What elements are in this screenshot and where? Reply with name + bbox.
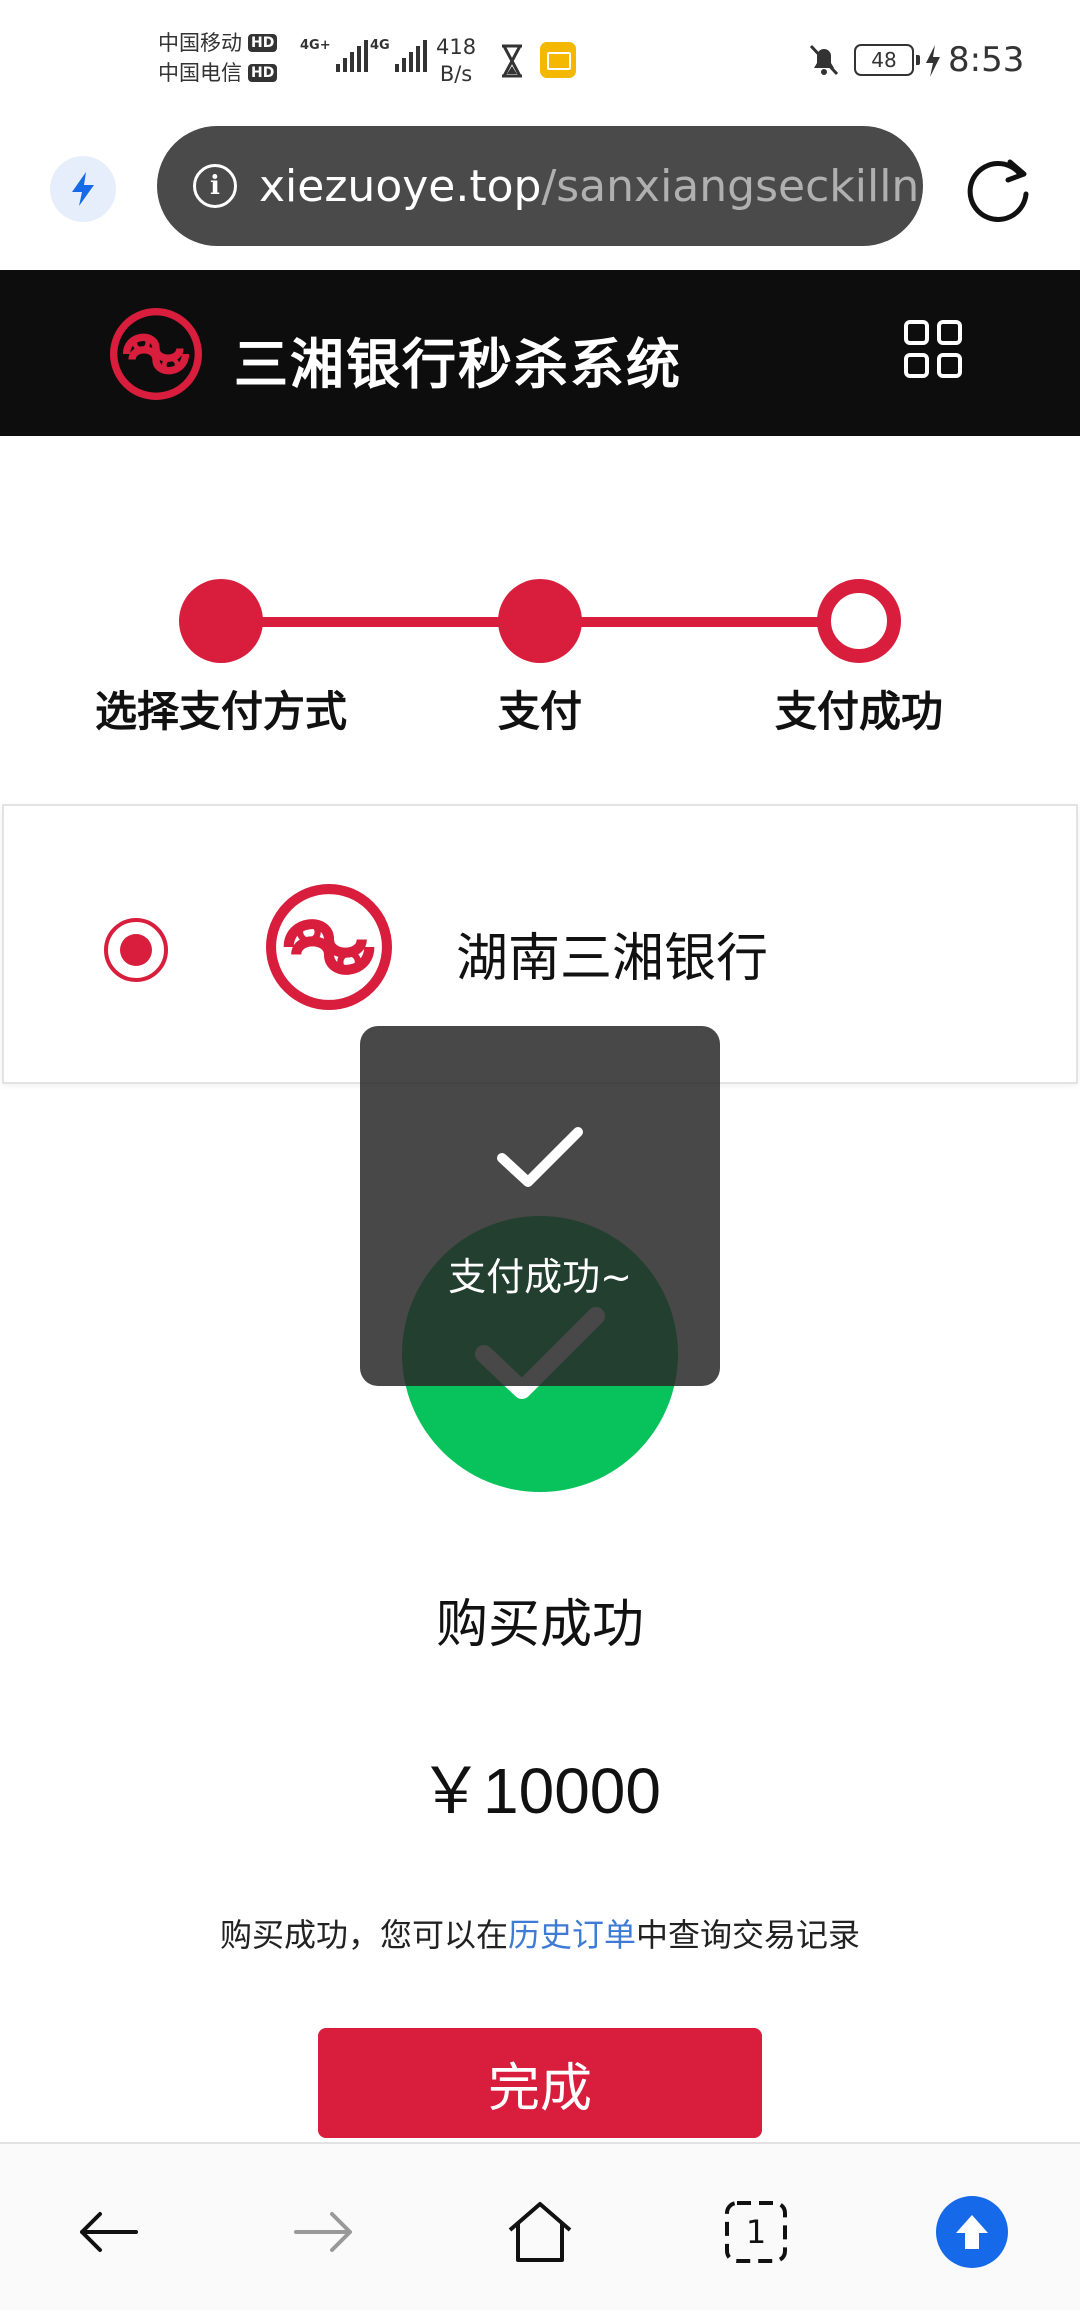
amount: ￥10000 — [419, 1755, 661, 1827]
signal-icon: 4G+ — [300, 38, 368, 72]
payment-success-toast: 支付成功~ — [360, 1026, 720, 1386]
menu-grid-icon[interactable] — [904, 320, 962, 378]
carrier-1: 中国移动 — [158, 31, 242, 55]
done-button[interactable]: 完成 — [318, 2028, 762, 2138]
info-icon[interactable]: i — [193, 164, 237, 208]
reload-icon[interactable] — [960, 152, 1036, 228]
home-button[interactable] — [500, 2192, 580, 2272]
forward-button[interactable] — [284, 2192, 364, 2272]
purchase-success-title: 购买成功 — [435, 1595, 644, 1655]
signal-icon: 4G — [370, 38, 427, 72]
hd-badge: HD — [248, 64, 278, 82]
step-dot-1 — [179, 579, 263, 663]
bank-logo-icon — [110, 308, 202, 400]
lightning-button[interactable] — [50, 156, 116, 222]
history-hint: 购买成功，您可以在历史订单中查询交易记录 — [0, 1910, 1080, 1956]
hint-suffix: 中查询交易记录 — [636, 1916, 861, 1954]
tabs-button[interactable]: 1 — [716, 2192, 796, 2272]
step-dot-3 — [817, 579, 901, 663]
order-history-link[interactable]: 历史订单 — [508, 1916, 636, 1954]
clock: 8:53 — [948, 40, 1025, 80]
bank-name: 湖南三湘银行 — [456, 929, 769, 989]
address-bar[interactable]: i xiezuoye.top/sanxiangseckilln — [157, 126, 923, 246]
site-header: 三湘银行秒杀系统 — [0, 270, 1080, 436]
step-dot-2 — [498, 579, 582, 663]
mail-icon — [540, 42, 576, 78]
hint-prefix: 购买成功，您可以在 — [219, 1916, 508, 1954]
url-host: xiezuoye.top — [259, 160, 542, 212]
step-label-2: 支付 — [497, 687, 582, 736]
step-label-1: 选择支付方式 — [94, 687, 347, 736]
home-icon — [508, 2202, 572, 2262]
tabs-icon: 1 — [724, 2200, 788, 2264]
tab-count: 1 — [745, 2213, 767, 2251]
battery-indicator: 48 — [854, 44, 920, 76]
back-button[interactable] — [68, 2192, 148, 2272]
toast-message: 支付成功~ — [448, 1255, 632, 1299]
back-arrow-icon — [80, 2212, 138, 2252]
forward-arrow-icon — [294, 2212, 352, 2252]
bank-logo-icon — [266, 884, 392, 1010]
browser-bottom-nav: 1 — [0, 2142, 1080, 2310]
hd-badge: HD — [248, 34, 278, 52]
lightning-icon — [72, 172, 94, 206]
url-path: /sanxiangseckilln — [541, 160, 920, 212]
upload-button[interactable] — [932, 2192, 1012, 2272]
url-text: xiezuoye.top/sanxiangseckilln — [259, 161, 919, 212]
checkmark-icon — [497, 1127, 583, 1187]
hourglass-icon — [502, 44, 522, 78]
step-connector — [540, 617, 840, 627]
payment-steps: 选择支付方式 支付 支付成功 — [0, 560, 1080, 760]
bank-radio-button[interactable] — [104, 918, 168, 982]
bell-muted-icon — [809, 44, 839, 76]
net-speed: 418 B/s — [436, 35, 477, 86]
carrier-2: 中国电信 — [158, 61, 242, 85]
site-title: 三湘银行秒杀系统 — [234, 333, 682, 396]
charging-icon — [926, 45, 940, 77]
status-bar: 中国移动 HD 中国电信 HD 4G+ 4G 418 B/s 48 8:53 — [0, 0, 1080, 120]
upload-icon — [936, 2196, 1008, 2268]
carrier-info: 中国移动 HD 中国电信 HD — [158, 28, 278, 88]
browser-toolbar: i xiezuoye.top/sanxiangseckilln — [0, 120, 1080, 270]
step-label-3: 支付成功 — [774, 687, 943, 736]
